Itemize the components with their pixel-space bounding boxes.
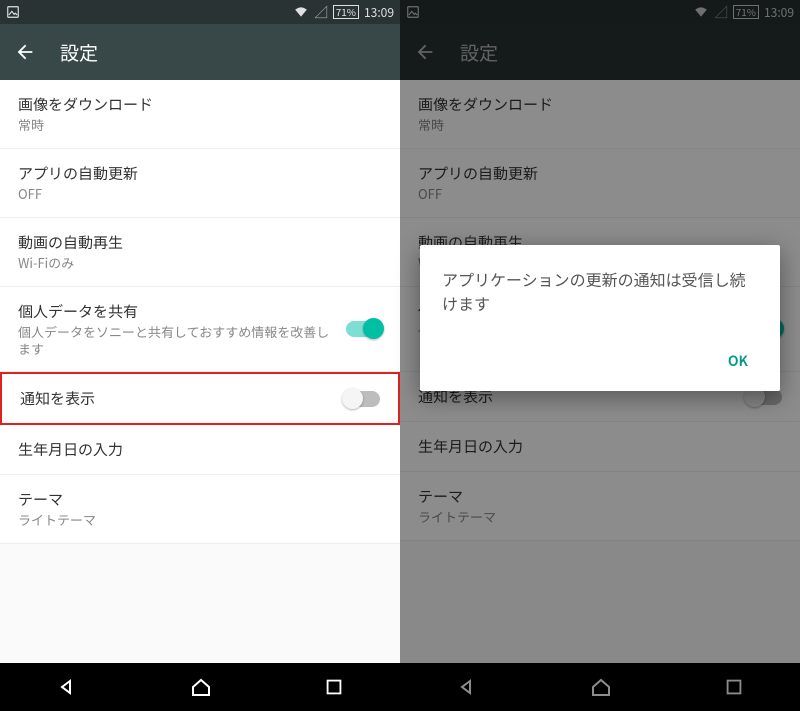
picture-icon <box>6 5 20 19</box>
item-theme[interactable]: テーマライトテーマ <box>0 475 400 544</box>
item-share-personal-data[interactable]: 個人データを共有個人データをソニーと共有しておすすめ情報を改善します <box>0 287 400 373</box>
signal-icon <box>714 5 728 19</box>
nav-recent-icon[interactable] <box>723 676 745 698</box>
nav-bar <box>0 663 400 711</box>
item-download-images[interactable]: 画像をダウンロード常時 <box>0 80 400 149</box>
signal-icon <box>314 5 328 19</box>
picture-icon <box>406 5 420 19</box>
item-auto-play-video[interactable]: 動画の自動再生Wi-Fiのみ <box>0 218 400 287</box>
item-theme[interactable]: テーマライトテーマ <box>400 472 800 541</box>
item-birthday[interactable]: 生年月日の入力 <box>400 422 800 472</box>
app-bar-title: 設定 <box>460 39 498 66</box>
notification-dialog: アプリケーションの更新の通知は受信し続けます OK <box>420 245 780 391</box>
nav-bar <box>400 663 800 711</box>
battery-level: 71% <box>333 5 359 19</box>
toggle-show-notifications[interactable] <box>746 389 782 405</box>
back-arrow-icon[interactable] <box>414 41 436 63</box>
app-bar: 設定 <box>400 24 800 80</box>
app-bar: 設定 <box>0 24 400 80</box>
item-auto-update[interactable]: アプリの自動更新OFF <box>0 149 400 218</box>
nav-home-icon[interactable] <box>189 675 213 699</box>
dialog-message: アプリケーションの更新の通知は受信し続けます <box>442 267 758 315</box>
toggle-show-notifications[interactable] <box>344 391 380 407</box>
toggle-share-data[interactable] <box>346 321 382 337</box>
back-arrow-icon[interactable] <box>14 41 36 63</box>
settings-list: 画像をダウンロード常時 アプリの自動更新OFF 動画の自動再生Wi-Fiのみ 個… <box>0 80 400 663</box>
phone-left: 71% 13:09 設定 画像をダウンロード常時 アプリの自動更新OFF 動画の… <box>0 0 400 711</box>
status-time: 13:09 <box>764 4 794 21</box>
item-birthday[interactable]: 生年月日の入力 <box>0 425 400 475</box>
app-bar-title: 設定 <box>60 39 98 66</box>
item-auto-update[interactable]: アプリの自動更新OFF <box>400 149 800 218</box>
battery-level: 71% <box>733 5 759 19</box>
item-download-images[interactable]: 画像をダウンロード常時 <box>400 80 800 149</box>
nav-back-icon[interactable] <box>55 675 79 699</box>
dialog-ok-button[interactable]: OK <box>718 343 758 379</box>
status-bar: 71% 13:09 <box>0 0 400 24</box>
item-show-notifications[interactable]: 通知を表示 <box>0 372 400 425</box>
phone-right: 71% 13:09 設定 画像をダウンロード常時 アプリの自動更新OFF 動画の… <box>400 0 800 711</box>
wifi-icon <box>693 5 709 19</box>
nav-recent-icon[interactable] <box>323 676 345 698</box>
status-time: 13:09 <box>364 4 394 21</box>
nav-back-icon[interactable] <box>455 675 479 699</box>
nav-home-icon[interactable] <box>589 675 613 699</box>
status-bar: 71% 13:09 <box>400 0 800 24</box>
wifi-icon <box>293 5 309 19</box>
